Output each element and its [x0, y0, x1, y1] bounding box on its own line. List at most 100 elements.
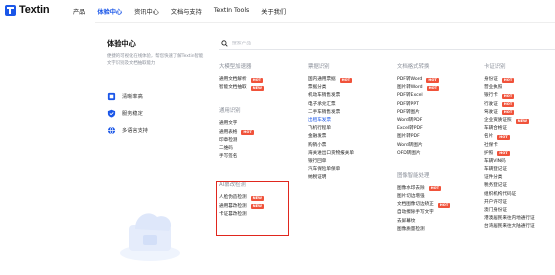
menu-item-card[interactable]: 开户许可证 — [484, 199, 535, 207]
menu-item-card[interactable]: 澳门身份证 — [484, 207, 535, 215]
menu-item-card[interactable]: 车辆合格证 — [484, 125, 535, 133]
menu-item-general-text[interactable]: 通用文字 — [219, 120, 264, 128]
new-badge: NEW — [250, 85, 265, 91]
menu-item-invoice[interactable]: 电子承兑汇票 — [308, 101, 354, 109]
menu-item-invoice[interactable]: 海关进出口货物报关单 — [308, 150, 354, 158]
menu-item-invoice[interactable]: 国内通用票据 HOT — [308, 76, 354, 84]
menu-item-convert[interactable]: Word转PDF — [397, 117, 450, 125]
column-card-recognition: 卡证识别 身份证 HOT 营业执照 银行卡 HOT 行驶证 HOT 驾驶证 HOT 企业… — [484, 62, 535, 232]
hot-badge: HOT — [437, 202, 451, 208]
group-title: 票据识别 — [308, 64, 330, 70]
menu-item-convert[interactable]: Excel转PDF — [397, 125, 450, 133]
feature-stable-service: 服务稳定 — [107, 109, 143, 118]
feature-multi-language: 多语言支持 — [107, 126, 148, 135]
product-search-bar[interactable] — [219, 38, 555, 50]
menu-item-image[interactable]: 图片切边增强 — [397, 193, 450, 201]
shield-icon — [107, 109, 116, 118]
menu-item-invoice[interactable]: 银行回单 — [308, 158, 354, 166]
menu-item-card[interactable]: 台湾居民来往大陆通行证 — [484, 223, 535, 231]
menu-item-doc-parse[interactable]: 通用文档解析 HOT — [219, 76, 264, 84]
hot-badge: HOT — [501, 93, 515, 99]
menu-item-convert[interactable]: Word转图片 — [397, 142, 450, 150]
menu-item-signature[interactable]: 手写签名 — [219, 153, 264, 161]
nav-item-about[interactable]: 关于我们 — [261, 7, 286, 16]
column-doc-conversion: 文档格式转换 PDF转Word HOT 图片转Word HOT PDF转Excel … — [397, 62, 451, 234]
brand-name: Textin — [19, 4, 50, 16]
nav-item-news[interactable]: 资讯中心 — [134, 7, 159, 16]
menu-item-image[interactable]: 自动擦除手写文字 — [397, 209, 450, 217]
menu-item-convert[interactable]: 图片转PDF — [397, 133, 450, 141]
menu-item-convert[interactable]: PDF转Excel — [397, 92, 450, 100]
hot-badge: HOT — [426, 85, 440, 91]
menu-item-invoice[interactable]: 纳税证明 — [308, 174, 354, 182]
menu-item-card[interactable]: 车辆登记证 — [484, 166, 535, 174]
menu-item-invoice[interactable]: 二手车销售发票 — [308, 109, 354, 117]
language-icon — [107, 126, 116, 135]
nav-item-products[interactable]: 产品 — [73, 7, 85, 16]
menu-item-convert[interactable]: 图片转Word HOT — [397, 84, 450, 92]
top-navbar: Textin 产品 体验中心 资讯中心 文档与支持 TextIn Tools 关… — [0, 0, 555, 22]
ai-tamper-highlight-box — [216, 181, 289, 236]
group-title: 图像智能处理 — [397, 172, 430, 179]
menu-item-invoice[interactable]: 飞机行程单 — [308, 125, 354, 133]
menu-item-convert[interactable]: OFD转图片 — [397, 150, 450, 158]
menu-item-invoice[interactable]: 购销小票 — [308, 142, 354, 150]
menu-item-invoice[interactable]: 票据分类 — [308, 84, 354, 92]
menu-item-card[interactable]: 驾驶证 HOT — [484, 109, 535, 117]
menu-item-card[interactable]: 银行卡 HOT — [484, 92, 535, 100]
feature-high-clarity: 清晰率高 — [107, 92, 143, 101]
menu-item-general-table[interactable]: 通用表格 HOT — [219, 129, 264, 137]
group-title: 文档格式转换 — [397, 64, 430, 70]
column-invoice-recognition: 票据识别 国内通用票据 HOT 票据分类 机动车销售发票 电子承兑汇票 二手车销售… — [308, 62, 354, 182]
group-title: 大模型加速器 — [219, 64, 252, 70]
menu-item-image[interactable]: 去屏幕纹 — [397, 218, 450, 226]
feature-high-clarity-label: 清晰率高 — [122, 94, 143, 100]
textin-logo-icon — [5, 4, 16, 16]
menu-item-convert[interactable]: PDF转Word HOT — [397, 76, 450, 84]
menu-item-image[interactable]: 图像水印去除 HOT — [397, 185, 450, 193]
menu-item-card[interactable]: 营业执照 — [484, 84, 535, 92]
menu-item-convert[interactable]: PDF转PPT — [397, 101, 450, 109]
menu-item-card[interactable]: 身份证 HOT — [484, 76, 535, 84]
intro-panel: 体验中心 便捷的可视化在线体验，帮您快速了解Textin智能文字识别及文档抽取能… — [95, 22, 207, 275]
feature-stable-service-label: 服务稳定 — [122, 111, 143, 117]
menu-item-card[interactable]: 企业资质证照 NEW — [484, 117, 535, 125]
search-icon — [221, 40, 228, 47]
menu-item-taxi-invoice[interactable]: 出租车发票 — [308, 117, 354, 125]
hot-badge: HOT — [426, 77, 439, 83]
menu-item-invoice[interactable]: 金融发票 — [308, 133, 354, 141]
menu-item-card[interactable]: 社保卡 — [484, 142, 535, 150]
hot-badge: HOT — [501, 102, 515, 108]
clarity-icon — [107, 92, 116, 101]
menu-item-card[interactable]: 护照 HOT — [484, 150, 535, 158]
hot-badge: HOT — [497, 134, 510, 140]
menu-item-doc-extract[interactable]: 智能文档抽取 NEW — [219, 84, 265, 92]
new-badge: NEW — [515, 118, 530, 124]
nav-item-experience-center[interactable]: 体验中心 — [97, 7, 122, 16]
menu-item-card[interactable]: 名片 HOT — [484, 133, 535, 141]
menu-item-qrcode[interactable]: 二维码 — [219, 145, 264, 153]
menu-item-card[interactable]: 税务登记证 — [484, 182, 535, 190]
menu-item-invoice[interactable]: 汽车保险单保单 — [308, 166, 354, 174]
main-nav: 产品 体验中心 资讯中心 文档与支持 TextIn Tools 关于我们 — [73, 7, 298, 16]
cloud-illustration-icon — [120, 213, 180, 261]
menu-item-card[interactable]: 港澳居民来往内地通行证 — [484, 215, 535, 223]
menu-item-convert[interactable]: PDF转图片 — [397, 109, 450, 117]
search-input[interactable] — [232, 41, 432, 46]
menu-item-card[interactable]: 行驶证 HOT — [484, 101, 535, 109]
group-title: 卡证识别 — [484, 64, 506, 70]
brand-logo[interactable]: Textin — [5, 4, 50, 16]
hot-badge: HOT — [339, 77, 353, 83]
menu-item-seal-detect[interactable]: 印章检测 — [219, 137, 264, 145]
menu-item-card[interactable]: 证件分类 — [484, 174, 535, 182]
nav-item-textin-tools[interactable]: TextIn Tools — [214, 7, 249, 16]
group-title: 通用识别 — [219, 108, 241, 115]
intro-description: 便捷的可视化在线体验，帮您快速了解Textin智能文字识别及文档抽取能力 — [107, 54, 204, 66]
menu-item-card[interactable]: 组织机构代码证 — [484, 191, 535, 199]
menu-item-image[interactable]: 图像质量检测 — [397, 226, 450, 234]
menu-item-card[interactable]: 车辆VIN码 — [484, 158, 535, 166]
menu-item-invoice[interactable]: 机动车销售发票 — [308, 92, 354, 100]
hot-badge: HOT — [501, 77, 515, 83]
menu-item-image[interactable]: 文档图像切边矫正 HOT — [397, 201, 451, 209]
nav-item-docs-support[interactable]: 文档与支持 — [171, 7, 202, 16]
